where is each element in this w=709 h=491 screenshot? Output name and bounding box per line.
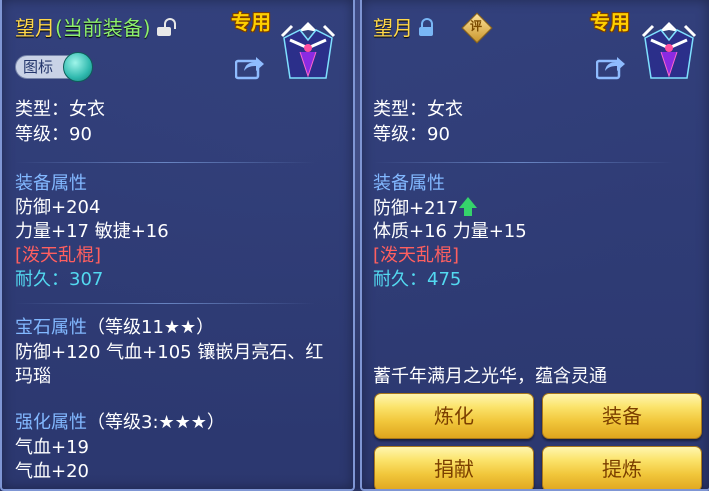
durability-value: 307: [69, 269, 104, 290]
item-level: 等级：90: [373, 124, 450, 145]
divider: [373, 162, 673, 163]
enhance-stat-2: 气血+20: [15, 461, 89, 482]
toggle-label: 图标: [23, 58, 54, 76]
lock-closed-icon[interactable]: [419, 18, 433, 36]
compare-item-tooltip: 望月 评 专用 类型：女衣 等级：90 装备属性 防御+217 体质+16 力量…: [360, 0, 709, 491]
current-equip-label: (当前装备): [55, 16, 151, 40]
equipped-item-tooltip: 望月(当前装备) 专用 图标 类型：女衣 等级：90 装备属性 防御+204 力…: [0, 0, 355, 491]
item-name: 望月: [373, 16, 413, 40]
divider: [15, 303, 315, 304]
item-title: 望月: [373, 12, 433, 41]
defense-line: 防御+217: [373, 197, 478, 220]
durability-line: 耐久：475: [373, 269, 461, 291]
divider: [15, 162, 315, 163]
durability-label: 耐久：: [15, 269, 69, 290]
refine-button[interactable]: 炼化: [374, 393, 534, 439]
enhance-level: （等级3:★★★）: [87, 412, 225, 433]
item-type: 类型：女衣: [15, 99, 105, 120]
enhance-attr-line: 强化属性（等级3:★★★）: [15, 412, 225, 434]
rate-icon[interactable]: 评: [461, 12, 493, 44]
durability-value: 475: [427, 269, 462, 290]
share-icon[interactable]: [596, 54, 626, 80]
gem-stats-line-2: 玛瑙: [15, 366, 51, 387]
attribute-stats: 体质+16 力量+15: [373, 221, 527, 242]
item-name: 望月: [15, 16, 55, 40]
lock-open-icon[interactable]: [156, 18, 176, 36]
robe-portrait-icon: [280, 22, 336, 79]
share-icon[interactable]: [235, 54, 265, 80]
item-description: 蓄千年满月之光华，蕴含灵通: [373, 366, 607, 387]
special-skill: [泼天乱棍]: [15, 245, 102, 266]
equip-attr-heading: 装备属性: [15, 173, 87, 194]
donate-button[interactable]: 捐献: [374, 446, 534, 489]
enhance-stat-1: 气血+19: [15, 437, 89, 458]
icon-toggle[interactable]: 图标: [15, 52, 95, 82]
gem-attr-line: 宝石属性（等级11★★）: [15, 317, 214, 339]
gem-level: （等级11★★）: [87, 317, 215, 338]
item-title: 望月(当前装备): [15, 12, 176, 41]
attribute-stats: 力量+17 敏捷+16: [15, 221, 169, 242]
item-level: 等级：90: [15, 124, 92, 145]
defense-stat: 防御+204: [15, 197, 101, 218]
gem-attr-heading: 宝石属性: [15, 317, 87, 338]
defense-stat: 防御+217: [373, 198, 459, 219]
gem-stats-line: 防御+120 气血+105 镶嵌月亮石、红: [15, 342, 324, 363]
item-type: 类型：女衣: [373, 99, 463, 120]
rate-icon-label: 评: [469, 19, 482, 33]
equip-attr-heading: 装备属性: [373, 173, 445, 194]
special-skill: [泼天乱棍]: [373, 245, 460, 266]
arrow-up-icon: [459, 197, 478, 217]
exclusive-badge: 专用: [590, 10, 630, 34]
toggle-knob[interactable]: [63, 52, 93, 82]
exclusive-badge: 专用: [231, 10, 271, 34]
extract-button[interactable]: 提炼: [542, 446, 702, 489]
durability-line: 耐久：307: [15, 269, 103, 291]
durability-label: 耐久：: [373, 269, 427, 290]
robe-portrait-icon: [641, 22, 697, 79]
enhance-attr-heading: 强化属性: [15, 412, 87, 433]
equip-button[interactable]: 装备: [542, 393, 702, 439]
